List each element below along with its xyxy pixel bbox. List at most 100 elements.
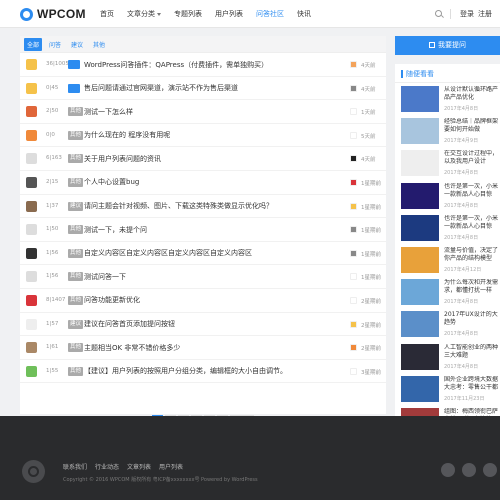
question-row[interactable]: 1|61 其他 主题相当OK 非常不错价格多少 2星期前: [20, 336, 386, 360]
answerer-avatar[interactable]: [350, 202, 357, 210]
article-thumbnail[interactable]: [401, 118, 439, 145]
question-title-link[interactable]: 售后问题请通过官网渠道，演示站不作为售后渠道: [84, 83, 238, 93]
tab-0[interactable]: 全部: [24, 37, 43, 51]
ask-question-button[interactable]: 我要提问: [395, 36, 500, 55]
question-title-link[interactable]: 自定义内容区自定义内容区自定义内容区自定义内容区: [84, 248, 252, 258]
sidebar-article[interactable]: 国外企业跨境大数据大忠考：零售公干都 2017年11月23日: [401, 375, 500, 409]
answerer-avatar[interactable]: [350, 178, 357, 186]
article-title[interactable]: 在交互设计过程中，以及我用户设计: [444, 150, 500, 166]
footer-link[interactable]: 行业动态: [95, 462, 119, 471]
answerer-avatar[interactable]: [350, 320, 357, 328]
article-thumbnail[interactable]: [401, 150, 439, 177]
article-title[interactable]: 2017年UX设计的大趋势: [444, 311, 500, 327]
answerer-avatar[interactable]: [350, 84, 357, 92]
nav-item[interactable]: 文章分类: [127, 0, 161, 28]
question-title-link[interactable]: 问答功能更新优化: [84, 295, 140, 305]
article-title[interactable]: 从设计默认循环路产品产品优化: [444, 86, 500, 102]
question-title-link[interactable]: 个人中心设置bug: [84, 177, 139, 187]
nav-item[interactable]: 快讯: [297, 0, 311, 28]
question-row[interactable]: 2|15 其他 个人中心设置bug 1星期前: [20, 171, 386, 195]
nav-item[interactable]: 用户列表: [215, 0, 243, 28]
avatar[interactable]: [26, 176, 37, 188]
avatar[interactable]: [26, 342, 37, 354]
avatar[interactable]: [26, 129, 37, 141]
category-badge[interactable]: 其他: [68, 248, 84, 258]
answerer-avatar[interactable]: [350, 61, 357, 68]
article-title[interactable]: 经验总结｜品牌框架要如何开始做: [444, 118, 500, 134]
question-row[interactable]: 0|0 其他 为什么现在的 程序没有用呢 5天前: [20, 124, 386, 148]
sidebar-article[interactable]: 2017年UX设计的大趋势 2017年4月8日: [401, 311, 500, 344]
register-link[interactable]: 注册: [478, 9, 492, 19]
question-title-link[interactable]: 主题相当OK 非常不错价格多少: [84, 343, 180, 353]
answerer-avatar[interactable]: [350, 296, 357, 304]
question-row[interactable]: 1|56 其他 自定义内容区自定义内容区自定义内容区自定义内容区 1星期前: [20, 242, 386, 266]
sidebar-article[interactable]: 人工智能创业的两种三大难题 2017年4月8日: [401, 343, 500, 377]
article-thumbnail[interactable]: [401, 214, 439, 241]
question-title-link[interactable]: 建议在问答首页添加提问按钮: [84, 319, 175, 329]
article-title[interactable]: 国外企业跨境大数据大忠考：零售公干都: [444, 376, 500, 392]
question-title-link[interactable]: 关于用户列表问题的资讯: [84, 154, 161, 164]
avatar[interactable]: [26, 271, 37, 283]
footer-link[interactable]: 文章列表: [127, 462, 151, 471]
answerer-avatar[interactable]: [350, 226, 357, 234]
question-row[interactable]: 1|55 其他 【建议】用户列表的按照用户分组分类，编辑框的大小自由调节。 3星期前: [20, 360, 386, 384]
nav-item[interactable]: 问答社区: [256, 0, 284, 28]
question-title-link[interactable]: 【建议】用户列表的按照用户分组分类，编辑框的大小自由调节。: [84, 366, 287, 376]
answerer-avatar[interactable]: [350, 108, 357, 116]
category-badge[interactable]: 建议: [68, 319, 84, 329]
sidebar-article[interactable]: 也许是第一次，小米一款新品人心目惊 2017年4月8日: [401, 214, 500, 248]
question-row[interactable]: 1|56 其他 测试问答一下 1星期前: [20, 265, 386, 289]
login-link[interactable]: 登录: [460, 9, 474, 19]
avatar[interactable]: [26, 247, 37, 259]
question-title-link[interactable]: 测试一下怎么样: [84, 107, 133, 117]
question-row[interactable]: 1|50 其他 测试一下，未提个问 1星期前: [20, 218, 386, 242]
avatar[interactable]: [26, 365, 37, 377]
question-title-link[interactable]: 请问主题会针对视频、图片、下载这类特殊类做显示优化吗？: [84, 201, 273, 211]
android-icon[interactable]: [462, 463, 476, 477]
category-badge[interactable]: 其他: [68, 154, 84, 164]
sidebar-article[interactable]: 为什么每次和开发需求，都懂打扰一样 2017年4月8日: [401, 279, 500, 312]
sidebar-article[interactable]: 流量与价值，决定了你产品的结构模型 2017年4月12日: [401, 247, 500, 280]
article-thumbnail[interactable]: [401, 375, 439, 402]
category-badge[interactable]: 建议: [68, 201, 84, 211]
tab-3[interactable]: 其他: [90, 38, 108, 51]
category-badge[interactable]: [68, 83, 80, 93]
sidebar-article[interactable]: 经验总结｜品牌框架要如何开始做 2017年4月9日: [401, 118, 500, 151]
category-badge[interactable]: 其他: [68, 343, 84, 353]
category-badge[interactable]: [68, 60, 80, 69]
category-badge[interactable]: 其他: [68, 272, 84, 282]
avatar[interactable]: [26, 224, 37, 236]
category-badge[interactable]: 其他: [68, 177, 84, 187]
article-thumbnail[interactable]: [401, 311, 439, 338]
tab-1[interactable]: 问答: [46, 38, 64, 51]
answerer-avatar[interactable]: [350, 131, 357, 139]
wechat-icon[interactable]: [483, 463, 497, 477]
question-title-link[interactable]: 测试一下，未提个问: [84, 225, 147, 235]
category-badge[interactable]: 其他: [68, 295, 84, 305]
question-row[interactable]: 8|1407 其他 问答功能更新优化 2星期前: [20, 289, 386, 313]
sidebar-article[interactable]: 从设计默认循环路产品产品优化 2017年4月8日: [401, 86, 500, 119]
article-title[interactable]: 也许是第一次，小米一款新品人心目惊: [444, 215, 500, 231]
category-badge[interactable]: 其他: [68, 366, 84, 376]
question-row[interactable]: 2|50 其他 测试一下怎么样 1天前: [20, 100, 386, 124]
article-title[interactable]: 为什么每次和开发需求，都懂打扰一样: [444, 279, 500, 295]
question-title-link[interactable]: WordPress问答插件：QAPress（付费插件，需单独购买）: [84, 60, 268, 70]
question-title-link[interactable]: 为什么现在的 程序没有用呢: [84, 130, 170, 140]
tab-2[interactable]: 建议: [68, 38, 86, 51]
article-thumbnail[interactable]: [401, 182, 439, 209]
article-title[interactable]: 人工智能创业的两种三大难题: [444, 344, 500, 360]
apple-icon[interactable]: [441, 463, 455, 477]
avatar[interactable]: [26, 82, 37, 94]
category-badge[interactable]: 其他: [68, 225, 84, 235]
article-thumbnail[interactable]: [401, 86, 439, 112]
nav-item[interactable]: 首页: [100, 0, 114, 28]
avatar[interactable]: [26, 59, 37, 70]
question-row[interactable]: 1|37 建议 请问主题会针对视频、图片、下载这类特殊类做显示优化吗？ 1星期前: [20, 195, 386, 219]
question-row[interactable]: 6|163 其他 关于用户列表问题的资讯 4天前: [20, 147, 386, 171]
answerer-avatar[interactable]: [350, 344, 357, 352]
site-logo[interactable]: WPCOM: [20, 6, 86, 22]
avatar[interactable]: [26, 294, 37, 306]
avatar[interactable]: [26, 200, 37, 212]
question-row[interactable]: 36|1005 WordPress问答插件：QAPress（付费插件，需单独购买）…: [20, 53, 386, 77]
sidebar-article[interactable]: 也许是第一次，小米一款新品人心目惊 2017年4月8日: [401, 182, 500, 216]
